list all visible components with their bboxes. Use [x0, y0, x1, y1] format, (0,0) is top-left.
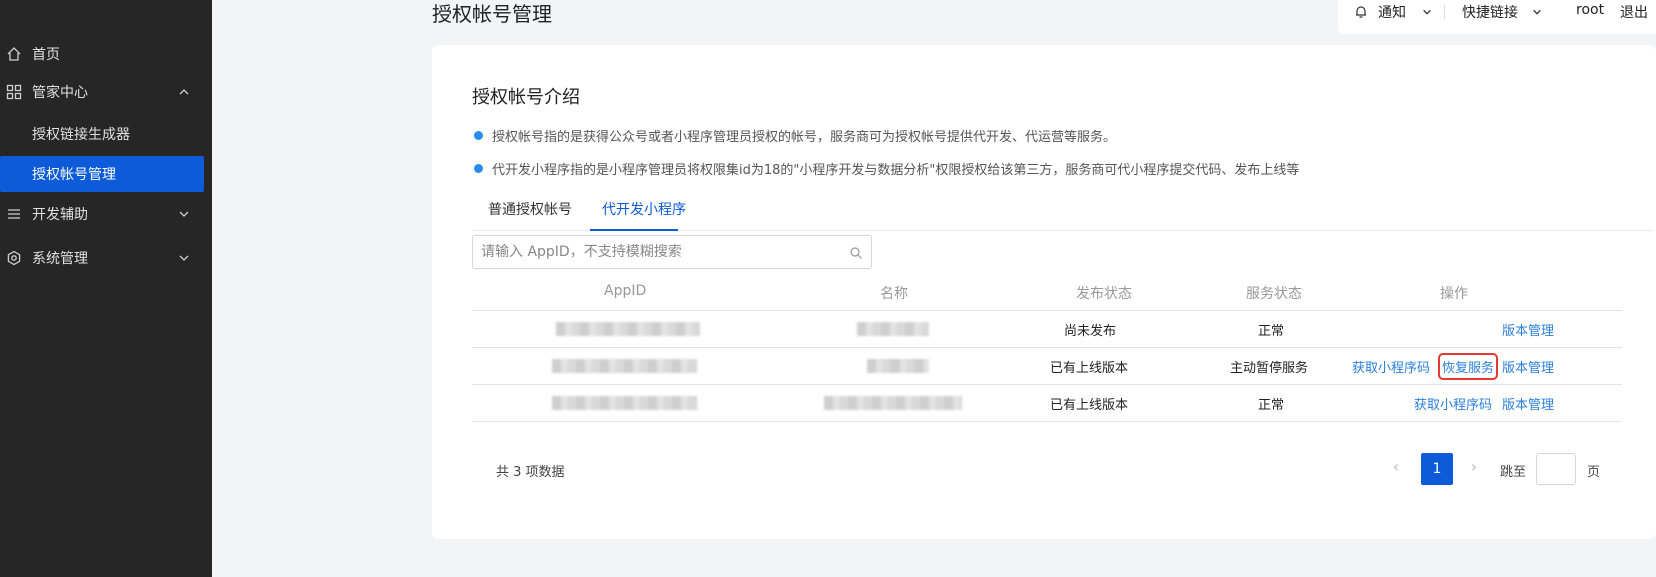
quick-links-dropdown[interactable]: 快捷链接	[1462, 2, 1518, 22]
chevron-up-icon	[179, 89, 189, 95]
sidebar-item-label: 系统管理	[32, 251, 88, 267]
column-header-appid: AppID	[604, 283, 647, 299]
table-row: 尚未发布 正常 版本管理	[472, 311, 1622, 348]
version-management-link[interactable]: 版本管理	[1502, 394, 1554, 413]
version-management-link[interactable]: 版本管理	[1502, 357, 1554, 376]
blurred-appid	[552, 359, 697, 373]
tab-bar: 普通授权帐号 代开发小程序	[472, 185, 1654, 231]
sidebar-item-manager-center[interactable]: 管家中心	[0, 74, 204, 110]
hexagon-gear-icon	[7, 250, 21, 266]
table-row: 已有上线版本 主动暂停服务 获取小程序码 恢复服务 版本管理	[472, 348, 1622, 385]
publish-status: 尚未发布	[1064, 324, 1117, 339]
version-management-link[interactable]: 版本管理	[1502, 320, 1554, 339]
divider	[1444, 5, 1445, 19]
chevron-down-icon	[179, 255, 189, 261]
chevron-down-icon[interactable]	[1422, 7, 1432, 17]
current-page-button[interactable]: 1	[1421, 453, 1453, 485]
intro-title: 授权帐号介绍	[472, 87, 580, 108]
tab-dev-miniprogram[interactable]: 代开发小程序	[602, 199, 686, 219]
chevron-down-icon[interactable]	[1532, 7, 1542, 17]
sidebar-item-label: 管家中心	[32, 85, 88, 101]
column-header-name: 名称	[880, 286, 908, 302]
tab-normal-accounts[interactable]: 普通授权帐号	[488, 199, 572, 219]
sidebar: 首页 管家中心 授权链接生成器 授权帐号管理 开发辅助 系统管理	[0, 0, 212, 577]
menu-icon	[8, 209, 20, 219]
column-header-actions: 操作	[1440, 286, 1468, 302]
blurred-appid	[552, 396, 697, 410]
resume-service-link[interactable]: 恢复服务	[1437, 353, 1499, 380]
blurred-name	[857, 322, 929, 336]
intro-bullet-text: 授权帐号指的是获得公众号或者小程序管理员授权的帐号，服务商可为授权帐号提供代开发…	[492, 130, 1117, 145]
notify-dropdown[interactable]: 通知	[1378, 2, 1406, 22]
page-title: 授权帐号管理	[432, 2, 552, 26]
next-page-button[interactable]: ›	[1464, 457, 1484, 479]
sidebar-item-label: 开发辅助	[32, 207, 88, 223]
sidebar-item-system-management[interactable]: 系统管理	[0, 240, 204, 276]
sidebar-item-label: 首页	[32, 47, 60, 63]
table-row: 已有上线版本 正常 获取小程序码 版本管理	[472, 385, 1622, 422]
home-icon	[7, 47, 21, 61]
logout-link[interactable]: 退出	[1620, 2, 1648, 22]
sidebar-item-dev-assist[interactable]: 开发辅助	[0, 196, 204, 232]
jump-page-input[interactable]	[1536, 453, 1576, 485]
bullet-dot	[474, 131, 483, 140]
blurred-name	[867, 359, 929, 373]
search-box	[472, 235, 872, 269]
blurred-appid	[556, 322, 700, 336]
username: root	[1576, 2, 1605, 18]
content-card: 授权帐号介绍 授权帐号指的是获得公众号或者小程序管理员授权的帐号，服务商可为授权…	[432, 45, 1656, 539]
sidebar-item-auth-link-generator[interactable]: 授权链接生成器	[0, 116, 204, 152]
service-status: 主动暂停服务	[1230, 361, 1309, 376]
intro-bullet-text: 代开发小程序指的是小程序管理员将权限集id为18的"小程序开发与数据分析"权限授…	[492, 163, 1300, 178]
page-unit-label: 页	[1587, 465, 1601, 480]
grid-icon	[6, 84, 22, 100]
column-header-service-status: 服务状态	[1246, 286, 1302, 302]
total-count: 共 3 项数据	[496, 465, 565, 480]
tab-active-underline	[590, 229, 678, 231]
prev-page-button[interactable]: ‹	[1386, 457, 1406, 479]
bell-icon[interactable]	[1354, 5, 1368, 19]
get-miniprogram-code-link[interactable]: 获取小程序码	[1414, 394, 1492, 413]
sidebar-item-home[interactable]: 首页	[0, 36, 204, 72]
sidebar-item-label: 授权帐号管理	[32, 167, 116, 183]
sidebar-item-label: 授权链接生成器	[32, 127, 130, 143]
top-bar: 通知 快捷链接 root 退出	[1338, 0, 1656, 34]
get-miniprogram-code-link[interactable]: 获取小程序码	[1352, 357, 1430, 376]
service-status: 正常	[1258, 398, 1285, 413]
column-header-publish-status: 发布状态	[1076, 286, 1132, 302]
sidebar-item-auth-account-management[interactable]: 授权帐号管理	[0, 156, 204, 192]
bullet-dot	[474, 164, 483, 173]
publish-status: 已有上线版本	[1050, 361, 1129, 376]
service-status: 正常	[1258, 324, 1285, 339]
chevron-down-icon	[179, 211, 189, 217]
blurred-name	[824, 396, 962, 410]
search-icon[interactable]	[849, 246, 863, 260]
search-input[interactable]	[481, 242, 841, 262]
jump-to-label: 跳至	[1500, 465, 1527, 480]
table-header: AppID 名称 发布状态 服务状态 操作	[472, 275, 1622, 311]
publish-status: 已有上线版本	[1050, 398, 1129, 413]
